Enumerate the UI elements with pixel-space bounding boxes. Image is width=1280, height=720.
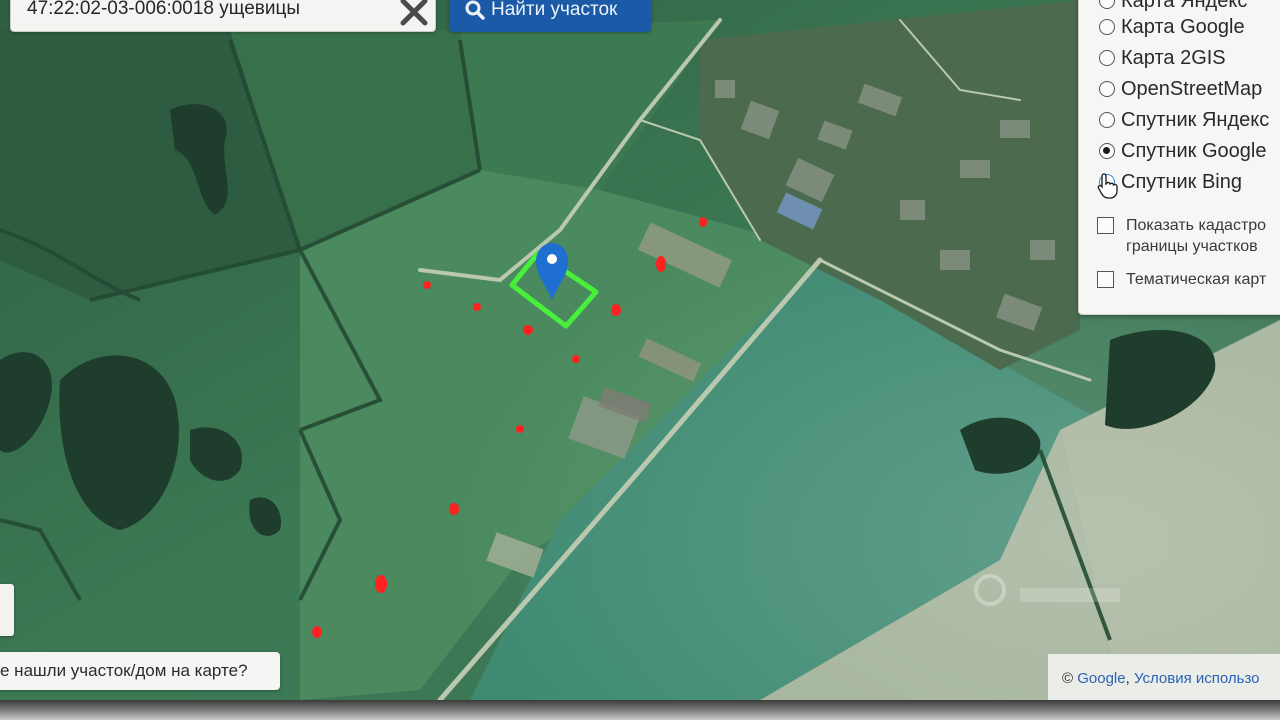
thematic-map-option[interactable]: Тематическая карт — [1097, 269, 1266, 290]
radio-button[interactable] — [1099, 0, 1115, 9]
layer-option-google-satellite[interactable]: Спутник Google — [1099, 137, 1266, 165]
terms-link[interactable]: Условия использо — [1134, 670, 1260, 687]
layer-label: Спутник Google — [1121, 139, 1267, 162]
search-icon — [465, 0, 485, 20]
thematic-map-label: Тематическая карт — [1126, 271, 1267, 288]
layer-label: Карта 2GIS — [1121, 46, 1226, 69]
not-found-help-button[interactable]: е нашли участок/дом на карте? — [0, 652, 280, 690]
close-icon[interactable] — [399, 0, 429, 27]
hand-cursor-icon — [1097, 173, 1118, 199]
watermark — [960, 560, 1140, 640]
layer-option-google-map[interactable]: Карта Google — [1099, 13, 1245, 41]
find-parcel-button[interactable]: Найти участок — [449, 0, 651, 32]
radio-button[interactable] — [1099, 112, 1115, 128]
map-attribution: © Google, Условия использо — [1048, 654, 1280, 702]
layer-label: Карта Яндекс — [1121, 0, 1248, 12]
layer-option-bing-satellite[interactable]: Спутник Bing — [1099, 168, 1242, 196]
map-layer-panel: Карта Яндекс Карта Google Карта 2GIS Ope… — [1078, 0, 1280, 315]
find-parcel-label: Найти участок — [491, 0, 618, 20]
radio-button[interactable] — [1099, 19, 1115, 35]
search-box — [10, 0, 436, 32]
layer-label: OpenStreetMap — [1121, 77, 1263, 100]
radio-button-selected[interactable] — [1099, 143, 1115, 159]
layer-label: Спутник Bing — [1121, 170, 1242, 193]
google-link[interactable]: Google — [1077, 670, 1125, 687]
checkbox[interactable] — [1097, 271, 1114, 288]
layer-option-2gis-map[interactable]: Карта 2GIS — [1099, 44, 1226, 72]
search-input[interactable] — [21, 0, 393, 29]
layer-option-openstreetmap[interactable]: OpenStreetMap — [1099, 75, 1262, 103]
radio-button[interactable] — [1099, 50, 1115, 66]
radio-button[interactable] — [1099, 81, 1115, 97]
layer-label: Карта Google — [1121, 15, 1245, 38]
cadastral-borders-label: Показать кадастро границы участков — [1126, 217, 1267, 255]
layer-label: Спутник Яндекс — [1121, 108, 1270, 131]
checkbox[interactable] — [1097, 217, 1114, 234]
screen-bezel — [0, 700, 1280, 720]
copyright-symbol: © — [1062, 669, 1074, 687]
layer-option-yandex-satellite[interactable]: Спутник Яндекс — [1099, 106, 1269, 134]
cadastral-borders-option[interactable]: Показать кадастро границы участков — [1097, 215, 1266, 257]
help-label: е нашли участок/дом на карте? — [0, 661, 248, 680]
map-side-control[interactable] — [0, 584, 14, 636]
